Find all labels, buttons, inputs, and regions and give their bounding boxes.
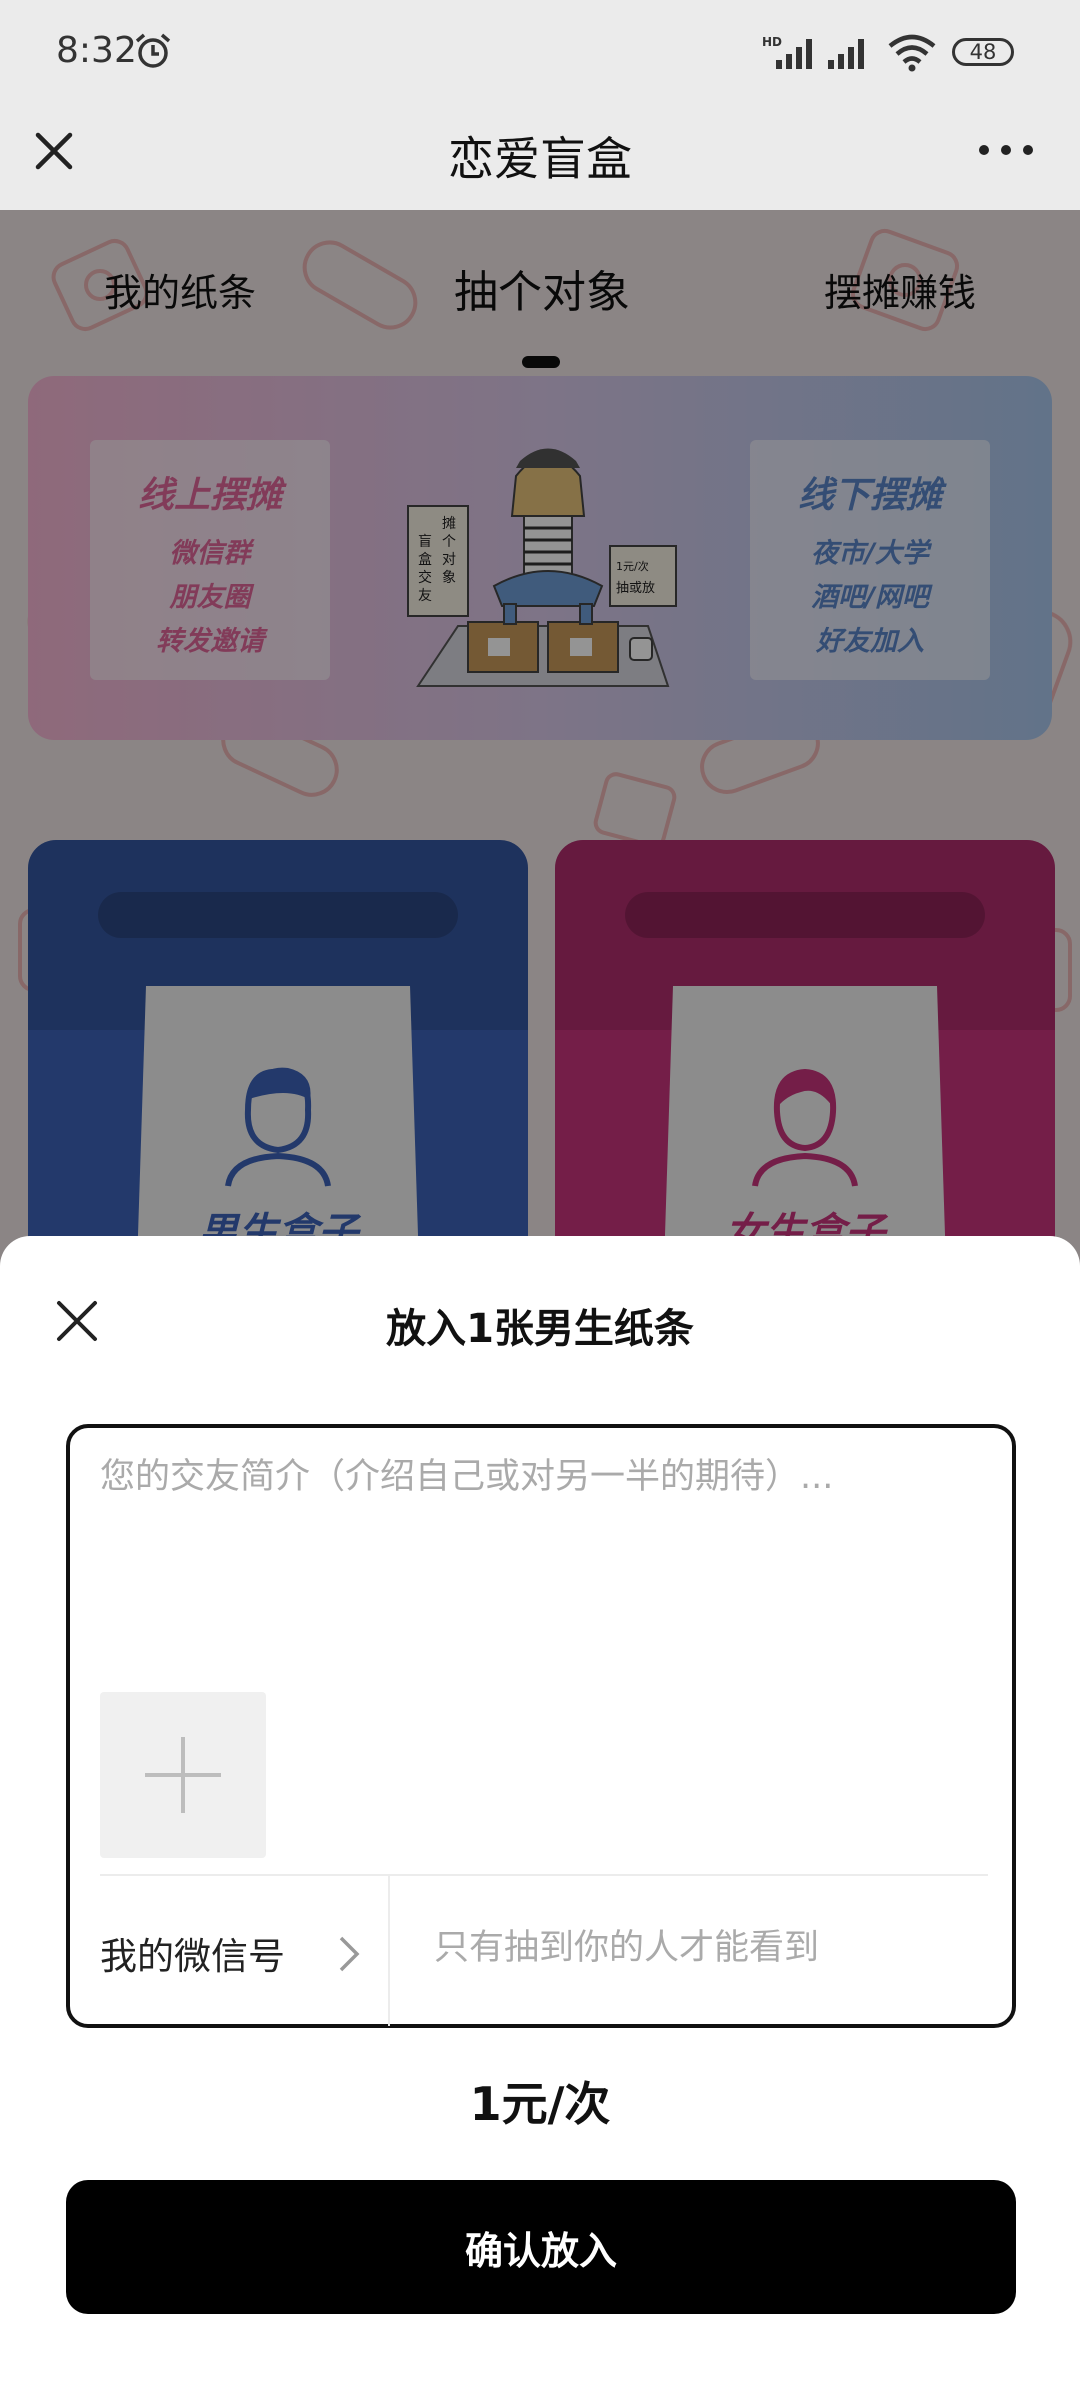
hd-signal-icon: HD bbox=[762, 35, 812, 69]
page-title: 恋爱盲盒 bbox=[448, 132, 632, 186]
intro-textarea[interactable] bbox=[100, 1448, 980, 1688]
more-icon[interactable] bbox=[976, 135, 1036, 165]
signal-icon bbox=[828, 39, 864, 69]
note-form: 我的微信号 bbox=[66, 1424, 1016, 2028]
status-time: 8:32 bbox=[56, 30, 137, 71]
status-bar: 8:32 HD 48 bbox=[0, 0, 1080, 105]
alarm-icon bbox=[135, 33, 171, 68]
wechat-label: 我的微信号 bbox=[100, 1935, 285, 1978]
sheet-title: 放入1张男生纸条 bbox=[386, 1306, 694, 1352]
price-label: 1元/次 bbox=[469, 2077, 611, 2131]
wechat-id-input[interactable] bbox=[434, 1918, 994, 1978]
wifi-icon bbox=[888, 34, 936, 72]
plus-icon bbox=[145, 1737, 221, 1813]
form-vertical-divider bbox=[388, 1876, 390, 2026]
title-bar: 恋爱盲盒 bbox=[0, 105, 1080, 210]
wechat-label-button[interactable]: 我的微信号 bbox=[100, 1876, 388, 2026]
svg-text:HD: HD bbox=[762, 35, 782, 49]
battery-icon: 48 bbox=[952, 38, 1014, 66]
add-image-button[interactable] bbox=[100, 1692, 266, 1858]
chevron-right-icon bbox=[339, 1936, 360, 1972]
bottom-sheet: 放入1张男生纸条 我的微信号 1元/次 确认放入 bbox=[0, 1236, 1080, 2400]
confirm-button[interactable]: 确认放入 bbox=[66, 2180, 1016, 2314]
